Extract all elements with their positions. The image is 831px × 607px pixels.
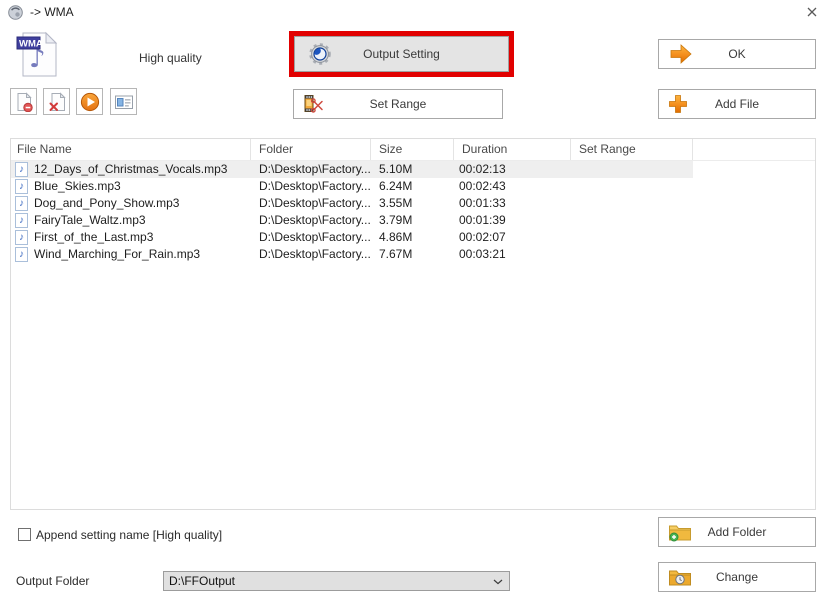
options-form-icon [114, 95, 133, 109]
folder-cell: D:\Desktop\Factory... [259, 247, 371, 261]
output-folder-select[interactable]: D:\FFOutput [163, 571, 510, 591]
arrow-right-icon [668, 43, 694, 65]
column-header-folder[interactable]: Folder [251, 139, 371, 160]
wma-file-type-icon: ♪ WMA [16, 30, 60, 85]
add-file-button[interactable]: Add File [658, 89, 816, 119]
music-note-icon: ♪ [15, 213, 28, 228]
music-note-icon: ♪ [15, 230, 28, 245]
ok-label: OK [728, 47, 746, 61]
music-note-icon: ♪ [15, 247, 28, 262]
folder-cell: D:\Desktop\Factory... [259, 162, 371, 176]
svg-text:WMA: WMA [19, 39, 43, 50]
file-list-header: File Name Folder Size Duration Set Range [11, 139, 815, 161]
size-cell: 6.24M [379, 179, 413, 193]
duration-cell: 00:01:39 [459, 213, 506, 227]
duration-cell: 00:02:07 [459, 230, 506, 244]
file-name-cell: FairyTale_Waltz.mp3 [34, 213, 146, 227]
plus-icon [666, 92, 690, 116]
preset-quality-label: High quality [139, 51, 202, 65]
folder-cell: D:\Desktop\Factory... [259, 230, 371, 244]
file-name-cell: 12_Days_of_Christmas_Vocals.mp3 [34, 162, 228, 176]
duration-cell: 00:02:43 [459, 179, 506, 193]
table-row[interactable]: ♪ Wind_Marching_For_Rain.mp3 D:\Desktop\… [11, 246, 693, 263]
set-range-button[interactable]: Set Range [293, 89, 503, 119]
close-icon [807, 7, 817, 17]
wma-convert-dialog: -> WMA ♪ WMA High quality Output Setting… [0, 0, 831, 607]
size-cell: 3.79M [379, 213, 413, 227]
add-file-label: Add File [714, 97, 760, 111]
output-folder-label: Output Folder [16, 574, 90, 588]
folder-plus-icon [668, 522, 692, 543]
play-icon [80, 92, 99, 111]
file-name-cell: Blue_Skies.mp3 [34, 179, 121, 193]
music-note-icon: ♪ [15, 196, 28, 211]
file-name-cell: First_of_the_Last.mp3 [34, 230, 154, 244]
size-cell: 3.55M [379, 196, 413, 210]
size-cell: 5.10M [379, 162, 413, 176]
chevron-down-icon [493, 579, 503, 585]
output-setting-label: Output Setting [363, 47, 440, 61]
clear-list-button[interactable] [43, 88, 70, 115]
gear-icon [308, 42, 332, 66]
filmstrip-scissors-icon [303, 93, 325, 115]
play-preview-button[interactable] [76, 88, 103, 115]
output-folder-value: D:\FFOutput [169, 574, 236, 588]
table-row[interactable]: ♪ Blue_Skies.mp3 D:\Desktop\Factory... 6… [11, 178, 693, 195]
music-note-icon: ♪ [15, 179, 28, 194]
music-note-icon: ♪ [15, 162, 28, 177]
size-cell: 7.67M [379, 247, 413, 261]
table-row[interactable]: ♪ Dog_and_Pony_Show.mp3 D:\Desktop\Facto… [11, 195, 693, 212]
table-row[interactable]: ♪ First_of_the_Last.mp3 D:\Desktop\Facto… [11, 229, 693, 246]
size-cell: 4.86M [379, 230, 413, 244]
folder-cell: D:\Desktop\Factory... [259, 179, 371, 193]
duration-cell: 00:03:21 [459, 247, 506, 261]
add-folder-button[interactable]: Add Folder [658, 517, 816, 547]
column-header-duration[interactable]: Duration [454, 139, 571, 160]
folder-clock-icon [668, 567, 692, 588]
window-title: -> WMA [30, 5, 74, 19]
column-header-set-range[interactable]: Set Range [571, 139, 693, 160]
append-setting-name-checkbox[interactable] [18, 528, 31, 541]
page-x-icon [49, 91, 66, 111]
media-info-button[interactable] [110, 88, 137, 115]
ok-button[interactable]: OK [658, 39, 816, 69]
page-minus-icon [17, 91, 33, 112]
file-name-cell: Dog_and_Pony_Show.mp3 [34, 196, 180, 210]
column-header-size[interactable]: Size [371, 139, 454, 160]
duration-cell: 00:01:33 [459, 196, 506, 210]
add-folder-label: Add Folder [707, 525, 767, 539]
append-setting-name-label[interactable]: Append setting name [High quality] [36, 528, 222, 542]
remove-file-button[interactable] [10, 88, 37, 115]
table-row[interactable]: ♪ 12_Days_of_Christmas_Vocals.mp3 D:\Des… [11, 161, 693, 178]
output-setting-highlight-box: Output Setting [289, 31, 514, 77]
change-label: Change [715, 570, 759, 584]
set-range-label: Set Range [369, 97, 427, 111]
app-logo-icon [7, 4, 24, 26]
output-setting-button[interactable]: Output Setting [294, 36, 509, 72]
file-name-cell: Wind_Marching_For_Rain.mp3 [34, 247, 201, 261]
close-button[interactable] [800, 2, 824, 22]
column-header-file-name[interactable]: File Name [11, 139, 251, 160]
table-row[interactable]: ♪ FairyTale_Waltz.mp3 D:\Desktop\Factory… [11, 212, 693, 229]
folder-cell: D:\Desktop\Factory... [259, 196, 371, 210]
change-folder-button[interactable]: Change [658, 562, 816, 592]
column-header-filler [693, 139, 815, 160]
file-list: File Name Folder Size Duration Set Range… [10, 138, 816, 510]
folder-cell: D:\Desktop\Factory... [259, 213, 371, 227]
duration-cell: 00:02:13 [459, 162, 506, 176]
